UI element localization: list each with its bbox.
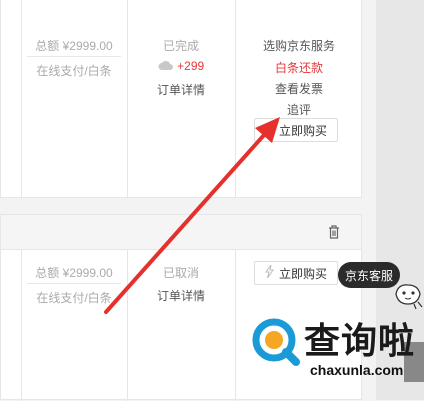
watermark-domain: chaxunla.com bbox=[310, 362, 404, 378]
divider bbox=[27, 283, 121, 284]
points-row: +299 bbox=[127, 59, 235, 74]
buy-now-button[interactable]: 立即购买 bbox=[254, 118, 338, 142]
order-status: 已取消 bbox=[162, 266, 199, 280]
order-total: 总额 ¥2999.00 bbox=[35, 39, 113, 53]
watermark-logo: 查询啦 chaxunla.com bbox=[250, 312, 424, 400]
buy-now-button[interactable]: 立即购买 bbox=[254, 261, 338, 285]
view-invoice-link[interactable]: 查看发票 bbox=[235, 80, 363, 97]
mascot-icon bbox=[392, 280, 424, 315]
order-card-1: 总额 ¥2999.00 在线支付/白条 已完成 +299 订单详情 选购京东服务… bbox=[0, 0, 362, 198]
column-divider bbox=[235, 250, 236, 401]
cloud-icon bbox=[158, 60, 174, 74]
divider bbox=[27, 56, 121, 57]
buy-now-label: 立即购买 bbox=[278, 123, 327, 138]
magnifier-logo-icon bbox=[252, 318, 300, 366]
order-header bbox=[1, 215, 361, 250]
points-value: +299 bbox=[177, 59, 205, 73]
lightning-icon bbox=[265, 264, 274, 281]
order-total: 总额 ¥2999.00 bbox=[35, 266, 113, 280]
follow-up-review-link[interactable]: 追评 bbox=[235, 101, 363, 118]
column-divider bbox=[235, 0, 236, 198]
baitiao-repay-link[interactable]: 白条还款 bbox=[235, 59, 363, 76]
customer-service-label: 京东客服 bbox=[344, 268, 393, 283]
trash-icon[interactable] bbox=[328, 225, 340, 244]
buy-now-label: 立即购买 bbox=[278, 266, 327, 281]
payment-method: 在线支付/白条 bbox=[36, 64, 112, 78]
watermark-brand: 查询啦 bbox=[304, 321, 416, 362]
order-detail-link[interactable]: 订单详情 bbox=[127, 287, 235, 304]
column-divider bbox=[127, 0, 128, 198]
payment-method: 在线支付/白条 bbox=[36, 291, 112, 305]
order-status: 已完成 bbox=[162, 39, 199, 53]
column-divider bbox=[21, 0, 22, 198]
customer-service-widget[interactable]: 京东客服 bbox=[338, 262, 424, 312]
customer-service-bubble: 京东客服 bbox=[338, 262, 400, 288]
order-detail-link[interactable]: 订单详情 bbox=[127, 81, 235, 98]
buy-jd-service-link[interactable]: 选购京东服务 bbox=[235, 37, 363, 54]
lightning-icon bbox=[265, 121, 274, 138]
